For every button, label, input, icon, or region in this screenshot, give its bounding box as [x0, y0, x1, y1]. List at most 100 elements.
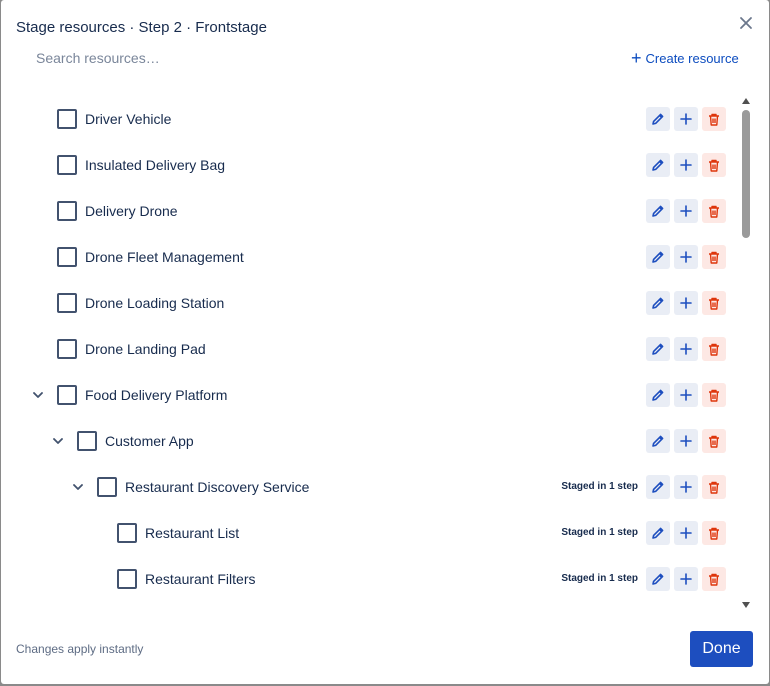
resource-checkbox[interactable] [57, 201, 77, 221]
row-actions [646, 199, 726, 223]
edit-button[interactable] [646, 567, 670, 591]
edit-button[interactable] [646, 199, 670, 223]
trash-icon [709, 297, 719, 310]
resource-row: Restaurant Filters Staged in 1 step [1, 556, 738, 602]
pencil-icon [652, 297, 664, 309]
resource-checkbox[interactable] [117, 569, 137, 589]
resource-row: Insulated Delivery Bag [1, 142, 738, 188]
trash-icon [709, 343, 719, 356]
trash-icon [709, 389, 719, 402]
expand-toggle[interactable] [50, 433, 66, 449]
add-child-button[interactable] [674, 291, 698, 315]
edit-button[interactable] [646, 291, 670, 315]
add-child-button[interactable] [674, 199, 698, 223]
scroll-up-arrow[interactable] [741, 96, 751, 106]
row-actions [646, 337, 726, 361]
delete-button[interactable] [702, 475, 726, 499]
triangle-down-icon [742, 602, 750, 608]
trash-icon [709, 113, 719, 126]
delete-button[interactable] [702, 107, 726, 131]
pencil-icon [652, 527, 664, 539]
trash-icon [709, 527, 719, 540]
resource-checkbox[interactable] [57, 109, 77, 129]
plus-icon [680, 343, 692, 355]
delete-button[interactable] [702, 153, 726, 177]
resource-checkbox[interactable] [97, 477, 117, 497]
chevron-down-icon [73, 483, 83, 490]
resource-label: Restaurant Filters [145, 571, 256, 587]
pencil-icon [652, 113, 664, 125]
edit-button[interactable] [646, 107, 670, 131]
plus-icon [680, 251, 692, 263]
resource-row: Drone Landing Pad [1, 326, 738, 372]
add-child-button[interactable] [674, 107, 698, 131]
delete-button[interactable] [702, 383, 726, 407]
done-button[interactable]: Done [690, 631, 753, 667]
pencil-icon [652, 343, 664, 355]
delete-button[interactable] [702, 291, 726, 315]
close-button[interactable] [734, 11, 758, 35]
trash-icon [709, 159, 719, 172]
delete-button[interactable] [702, 199, 726, 223]
add-child-button[interactable] [674, 245, 698, 269]
trash-icon [709, 205, 719, 218]
search-input[interactable] [31, 44, 431, 72]
plus-icon [680, 297, 692, 309]
edit-button[interactable] [646, 429, 670, 453]
expand-toggle[interactable] [70, 479, 86, 495]
create-resource-button[interactable]: + Create resource [631, 48, 739, 68]
scroll-down-arrow[interactable] [741, 600, 751, 610]
add-child-button[interactable] [674, 383, 698, 407]
resource-row: Drone Loading Station [1, 280, 738, 326]
add-child-button[interactable] [674, 521, 698, 545]
resource-label: Drone Landing Pad [85, 341, 206, 357]
add-child-button[interactable] [674, 337, 698, 361]
add-child-button[interactable] [674, 153, 698, 177]
trash-icon [709, 435, 719, 448]
add-child-button[interactable] [674, 429, 698, 453]
plus-icon [680, 435, 692, 447]
edit-button[interactable] [646, 337, 670, 361]
scroll-thumb[interactable] [742, 110, 750, 238]
list-scrollbar[interactable] [739, 96, 753, 614]
add-child-button[interactable] [674, 475, 698, 499]
trash-icon [709, 251, 719, 264]
edit-button[interactable] [646, 245, 670, 269]
pencil-icon [652, 435, 664, 447]
plus-icon [680, 205, 692, 217]
resource-label: Restaurant List [145, 525, 240, 541]
edit-button[interactable] [646, 521, 670, 545]
chevron-down-icon [53, 437, 63, 444]
add-child-button[interactable] [674, 567, 698, 591]
edit-button[interactable] [646, 475, 670, 499]
resource-label: Driver Vehicle [85, 111, 172, 127]
resource-checkbox[interactable] [57, 155, 77, 175]
resource-row: Drone Fleet Management [1, 234, 738, 280]
pencil-icon [652, 389, 664, 401]
resource-checkbox[interactable] [57, 293, 77, 313]
staged-badge: Staged in 1 step [561, 527, 638, 538]
delete-button[interactable] [702, 521, 726, 545]
resource-checkbox[interactable] [77, 431, 97, 451]
resource-checkbox[interactable] [57, 339, 77, 359]
stage-resources-dialog: Stage resources · Step 2 · Frontstage + … [1, 0, 769, 684]
resource-checkbox[interactable] [117, 523, 137, 543]
expand-toggle[interactable] [30, 387, 46, 403]
resource-list: Driver Vehicle Insulated Delivery Bag Deli… [1, 96, 738, 614]
resource-checkbox[interactable] [57, 247, 77, 267]
edit-button[interactable] [646, 383, 670, 407]
resource-row: Driver Vehicle [1, 96, 738, 142]
plus-icon [680, 573, 692, 585]
delete-button[interactable] [702, 567, 726, 591]
delete-button[interactable] [702, 337, 726, 361]
resource-label: Customer App [105, 433, 194, 449]
delete-button[interactable] [702, 245, 726, 269]
resource-row: Restaurant Discovery Service Staged in 1 … [1, 464, 738, 510]
resource-checkbox[interactable] [57, 385, 77, 405]
row-actions [646, 383, 726, 407]
plus-icon [680, 481, 692, 493]
row-actions [646, 245, 726, 269]
pencil-icon [652, 573, 664, 585]
edit-button[interactable] [646, 153, 670, 177]
delete-button[interactable] [702, 429, 726, 453]
